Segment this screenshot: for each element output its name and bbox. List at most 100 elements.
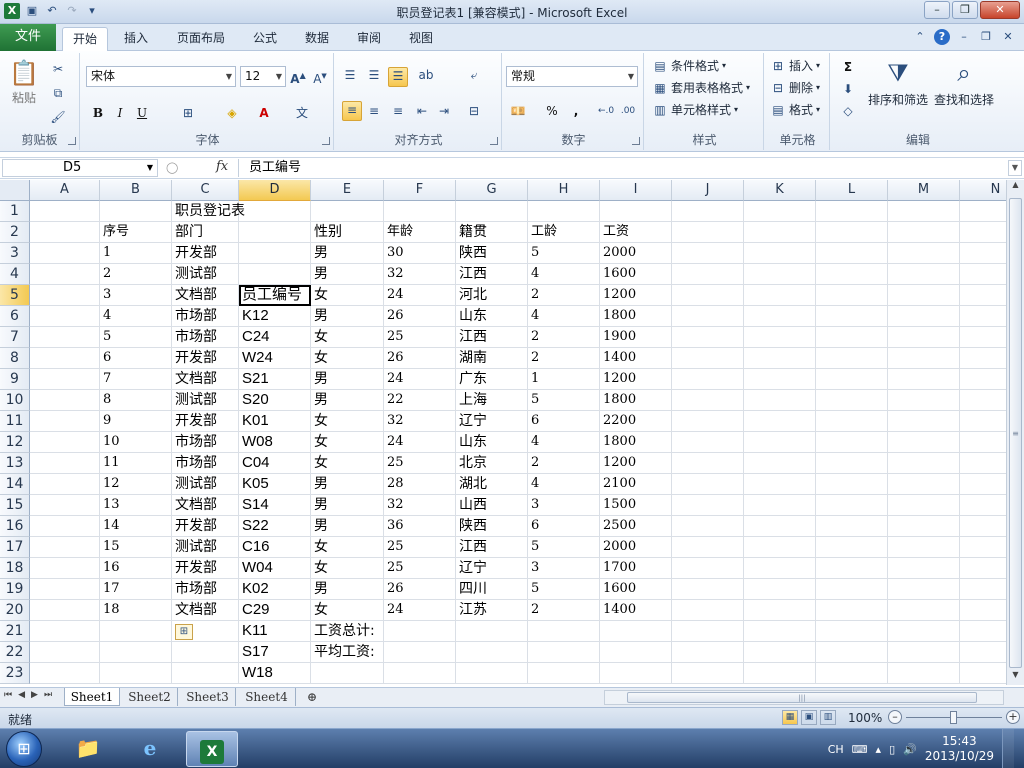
explorer-taskbar-icon[interactable]: 📁 [62,731,114,767]
format-painter-icon[interactable]: 🖌 [50,109,66,125]
cell-l3[interactable] [816,243,888,264]
cell-b14[interactable]: 12 [100,474,172,495]
cell-l21[interactable] [816,621,888,642]
cell-g21[interactable] [456,621,528,642]
cell-h6[interactable]: 4 [528,306,600,327]
cell-n17[interactable] [960,537,1006,558]
cell-h18[interactable]: 3 [528,558,600,579]
format-cells-button[interactable]: ▤ 格式 ▾ [770,101,820,118]
cell-i16[interactable]: 2500 [600,516,672,537]
column-header-b[interactable]: B [100,180,172,201]
cell-c7[interactable]: 市场部 [172,327,239,348]
cell-k12[interactable] [744,432,816,453]
tab-review[interactable]: 审阅 [350,27,388,51]
cell-i4[interactable]: 1600 [600,264,672,285]
cell-j13[interactable] [672,453,744,474]
cell-n23[interactable] [960,663,1006,684]
cell-j4[interactable] [672,264,744,285]
number-format-combo[interactable]: 常规 ▼ [506,66,638,87]
cell-n4[interactable] [960,264,1006,285]
cell-j2[interactable] [672,222,744,243]
cell-l23[interactable] [816,663,888,684]
cell-g5[interactable]: 河北 [456,285,528,306]
cell-b20[interactable]: 18 [100,600,172,621]
column-header-g[interactable]: G [456,180,528,201]
cell-e6[interactable]: 男 [311,306,384,327]
row-header-19[interactable]: 19 [0,579,30,600]
cell-j20[interactable] [672,600,744,621]
cell-f19[interactable]: 26 [384,579,456,600]
volume-icon[interactable]: 🔊 [903,743,917,756]
ie-taskbar-icon[interactable]: e [124,731,176,767]
cell-d13[interactable]: C04 [239,453,311,474]
cell-g4[interactable]: 江西 [456,264,528,285]
cell-n8[interactable] [960,348,1006,369]
cell-g10[interactable]: 上海 [456,390,528,411]
cell-b10[interactable]: 8 [100,390,172,411]
column-header-i[interactable]: I [600,180,672,201]
cell-b9[interactable]: 7 [100,369,172,390]
decrease-indent-icon[interactable]: ⇤ [414,103,430,119]
cell-l10[interactable] [816,390,888,411]
cell-j12[interactable] [672,432,744,453]
cell-j21[interactable] [672,621,744,642]
cell-f6[interactable]: 26 [384,306,456,327]
cell-g20[interactable]: 江苏 [456,600,528,621]
cell-e8[interactable]: 女 [311,348,384,369]
cell-i6[interactable]: 1800 [600,306,672,327]
cell-g2[interactable]: 籍贯 [456,222,528,243]
zoom-in-icon[interactable]: + [1006,710,1020,724]
increase-decimal-icon[interactable]: ←.0 [598,103,614,119]
cell-e5[interactable]: 女 [311,285,384,306]
cell-e11[interactable]: 女 [311,411,384,432]
zoom-knob[interactable] [950,711,957,724]
cell-g7[interactable]: 江西 [456,327,528,348]
formula-input[interactable]: 员工编号 [238,159,1004,177]
clipboard-launcher-icon[interactable] [68,137,76,145]
cell-c3[interactable]: 开发部 [172,243,239,264]
cell-e19[interactable]: 男 [311,579,384,600]
cell-g15[interactable]: 山西 [456,495,528,516]
row-header-3[interactable]: 3 [0,243,30,264]
cell-l22[interactable] [816,642,888,663]
cell-k15[interactable] [744,495,816,516]
font-color-icon[interactable]: A [256,105,272,121]
cell-a8[interactable] [30,348,100,369]
cell-a7[interactable] [30,327,100,348]
row-header-11[interactable]: 11 [0,411,30,432]
cell-m21[interactable] [888,621,960,642]
cell-i12[interactable]: 1800 [600,432,672,453]
cell-g19[interactable]: 四川 [456,579,528,600]
cell-g16[interactable]: 陕西 [456,516,528,537]
cell-g13[interactable]: 北京 [456,453,528,474]
cell-e1[interactable] [311,201,384,222]
maximize-button[interactable]: ❐ [952,1,978,19]
cell-a23[interactable] [30,663,100,684]
column-header-e[interactable]: E [311,180,384,201]
cell-g18[interactable]: 辽宁 [456,558,528,579]
cell-n15[interactable] [960,495,1006,516]
cell-c23[interactable] [172,663,239,684]
network-icon[interactable]: ▯ [889,743,895,756]
cell-l2[interactable] [816,222,888,243]
cell-d17[interactable]: C16 [239,537,311,558]
row-header-20[interactable]: 20 [0,600,30,621]
column-header-k[interactable]: K [744,180,816,201]
cell-m22[interactable] [888,642,960,663]
cell-m23[interactable] [888,663,960,684]
cell-e15[interactable]: 男 [311,495,384,516]
normal-view-icon[interactable]: ▦ [782,710,798,725]
scroll-down-icon[interactable]: ▼ [1009,670,1022,684]
cell-m14[interactable] [888,474,960,495]
cell-k21[interactable] [744,621,816,642]
cell-f17[interactable]: 25 [384,537,456,558]
cell-g17[interactable]: 江西 [456,537,528,558]
cell-n11[interactable] [960,411,1006,432]
cell-d6[interactable]: K12 [239,306,311,327]
cell-a2[interactable] [30,222,100,243]
cell-j14[interactable] [672,474,744,495]
fill-color-icon[interactable]: ◈ [224,105,240,121]
cell-b16[interactable]: 14 [100,516,172,537]
cell-f2[interactable]: 年龄 [384,222,456,243]
cell-e18[interactable]: 女 [311,558,384,579]
